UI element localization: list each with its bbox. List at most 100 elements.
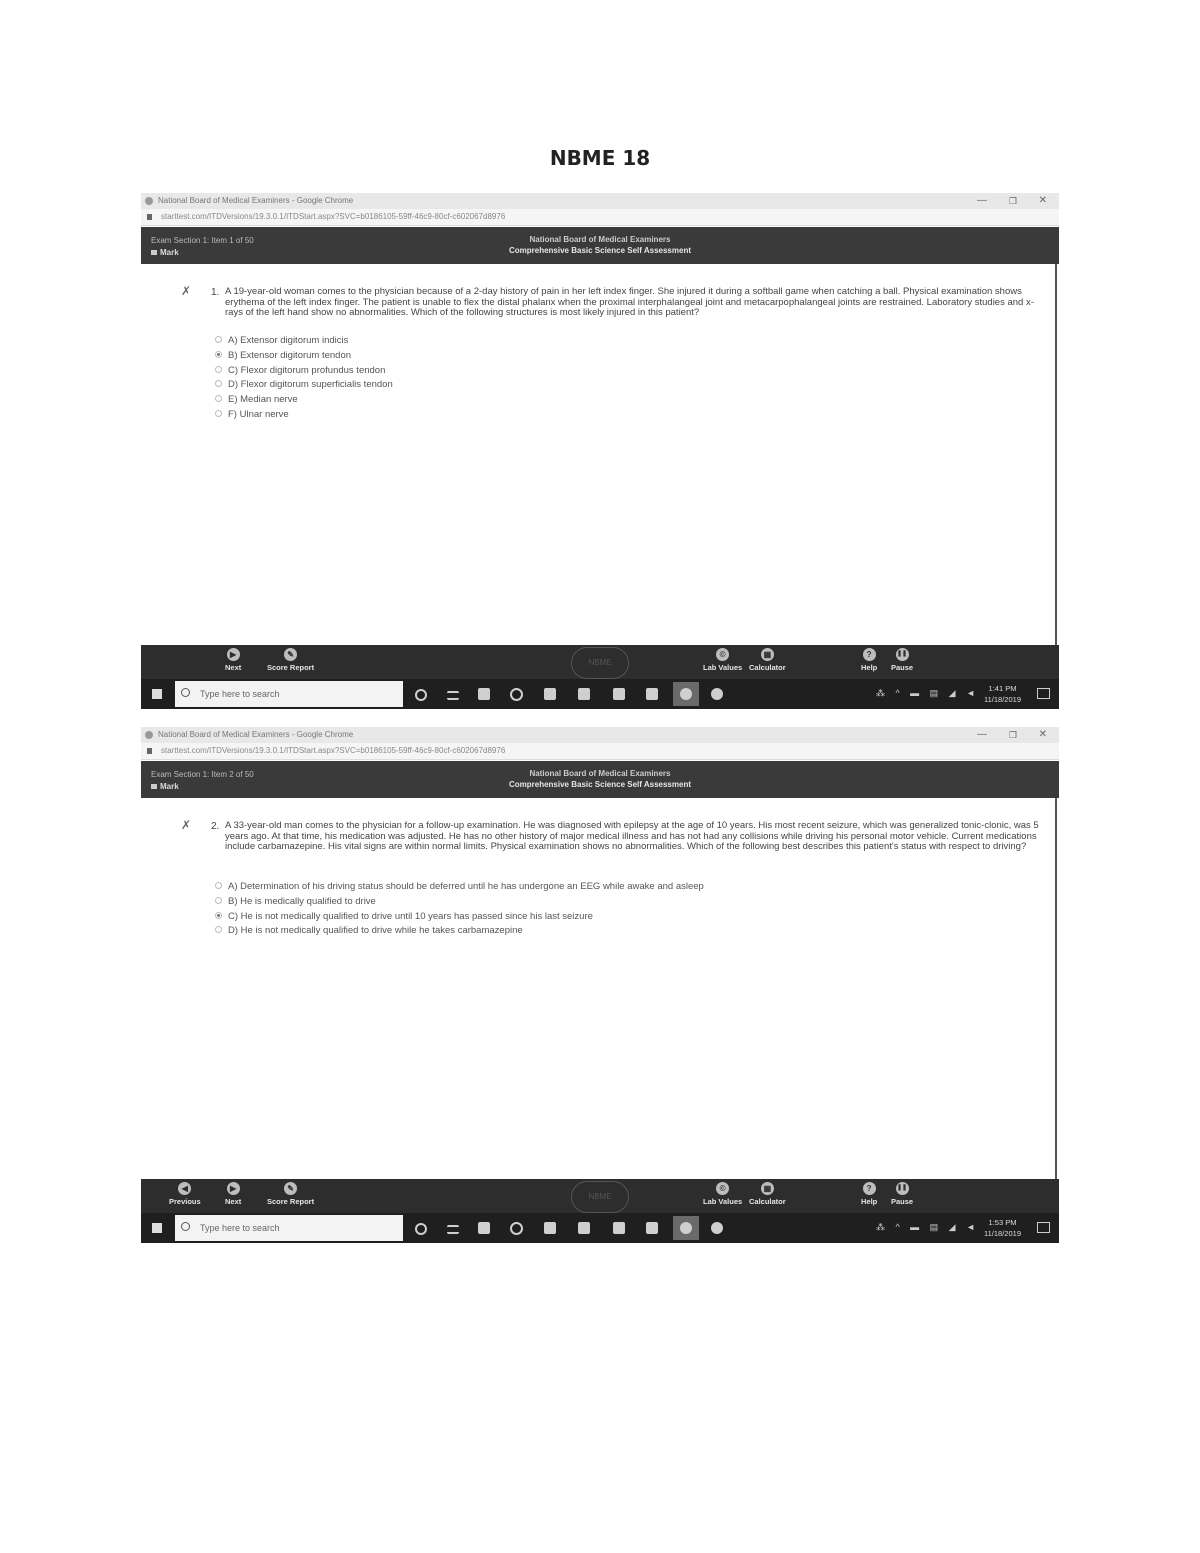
store-icon[interactable] (544, 688, 556, 700)
search-placeholder: Type here to search (200, 1223, 280, 1233)
next-button[interactable]: Next (225, 648, 241, 672)
radio-button[interactable] (215, 335, 222, 343)
cortana-icon[interactable] (415, 1223, 427, 1235)
radio-button[interactable] (215, 881, 222, 889)
radio-button[interactable] (215, 409, 222, 417)
notification-icon[interactable] (1037, 688, 1050, 699)
calculator-button[interactable]: Calculator (749, 1182, 786, 1206)
address-bar[interactable]: starttest.com/ITDVersions/19.3.0.1/ITDSt… (141, 743, 1059, 760)
answer-option[interactable]: C) Flexor digitorum profundus tendon (215, 364, 393, 379)
question-stem: A 33-year-old man comes to the physician… (225, 820, 1039, 853)
browser-titlebar: National Board of Medical Examiners - Go… (141, 727, 1059, 743)
lab-values-icon (716, 648, 730, 661)
chrome-taskbar-icon[interactable] (673, 1216, 699, 1240)
close-icon[interactable]: ✕ (1039, 193, 1047, 209)
answer-option[interactable]: C) He is not medically qualified to driv… (215, 910, 704, 925)
option-letter: C) (228, 364, 239, 376)
radio-button-selected[interactable] (215, 350, 222, 358)
pause-button[interactable]: Pause (891, 648, 913, 672)
window-title: National Board of Medical Examiners - Go… (158, 196, 354, 205)
lab-values-label: Lab Values (703, 663, 743, 672)
clock-time: 1:53 PM (988, 1218, 1017, 1227)
edge-icon[interactable] (510, 688, 523, 701)
lab-values-button[interactable]: Lab Values (703, 648, 742, 672)
score-report-button[interactable]: Score Report (267, 1182, 314, 1206)
answer-option[interactable]: B) Extensor digitorum tendon (215, 349, 393, 364)
taskbar-search-input[interactable]: Type here to search (175, 681, 403, 707)
answer-option[interactable]: A) Determination of his driving status s… (215, 880, 704, 895)
app-icon[interactable] (711, 688, 723, 700)
close-icon[interactable]: ✕ (1039, 727, 1047, 743)
exam-header: Exam Section 1: Item 2 of 50 Mark Nation… (141, 761, 1059, 798)
strikethrough-icon[interactable]: ✗ (181, 284, 191, 298)
url-text[interactable]: starttest.com/ITDVersions/19.3.0.1/ITDSt… (161, 743, 505, 759)
answer-option[interactable]: F) Ulnar nerve (215, 408, 393, 423)
option-text: He is not medically qualified to drive u… (240, 910, 593, 922)
restore-icon[interactable]: ❐ (1009, 727, 1017, 743)
next-label: Next (225, 663, 242, 672)
pause-label: Pause (891, 1197, 914, 1206)
board-name: National Board of Medical Examiners (529, 235, 671, 244)
taskbar-clock[interactable]: 1:41 PM 11/18/2019 (984, 683, 1021, 705)
answer-option[interactable]: E) Median nerve (215, 393, 393, 408)
cortana-icon[interactable] (415, 689, 427, 701)
option-letter: F) (228, 408, 237, 420)
chrome-taskbar-icon[interactable] (673, 682, 699, 706)
minimize-icon[interactable]: — (977, 193, 987, 209)
url-text[interactable]: starttest.com/ITDVersions/19.3.0.1/ITDSt… (161, 209, 505, 225)
radio-button-selected[interactable] (215, 911, 222, 919)
strikethrough-icon[interactable]: ✗ (181, 818, 191, 832)
radio-button[interactable] (215, 926, 222, 934)
taskbar-search-input[interactable]: Type here to search (175, 1215, 403, 1241)
answer-option[interactable]: A) Extensor digitorum indicis (215, 334, 393, 349)
score-report-icon (284, 648, 298, 661)
task-view-icon[interactable] (447, 691, 459, 700)
taskbar-clock[interactable]: 1:53 PM 11/18/2019 (984, 1217, 1021, 1239)
windows-start-icon[interactable] (152, 689, 162, 699)
answer-option[interactable]: B) He is medically qualified to drive (215, 895, 704, 910)
radio-button[interactable] (215, 395, 222, 403)
windows-start-icon[interactable] (152, 1223, 162, 1233)
option-text: Ulnar nerve (239, 408, 289, 420)
help-button[interactable]: Help (861, 1182, 877, 1206)
store-icon[interactable] (544, 1222, 556, 1234)
score-report-button[interactable]: Score Report (267, 648, 314, 672)
word-icon[interactable] (646, 1222, 658, 1234)
radio-button[interactable] (215, 380, 222, 388)
word-icon[interactable] (646, 688, 658, 700)
option-text: He is not medically qualified to drive w… (240, 925, 523, 937)
question-number: 2. (211, 821, 220, 832)
windows-taskbar: Type here to search ⁂ ^ ▬ ▤ ◢ ◄ 1:53 PM 1… (141, 1213, 1059, 1243)
restore-icon[interactable]: ❐ (1009, 193, 1017, 209)
previous-button[interactable]: Previous (169, 1182, 201, 1206)
lab-values-button[interactable]: Lab Values (703, 1182, 742, 1206)
edge-icon[interactable] (510, 1222, 523, 1235)
system-tray-icons[interactable]: ⁂ ^ ▬ ▤ ◢ ◄ (876, 688, 979, 699)
option-text: Median nerve (240, 394, 298, 406)
answer-options: A) Determination of his driving status s… (215, 880, 704, 939)
option-letter: A) (228, 881, 238, 892)
calculator-app-icon[interactable] (578, 1222, 590, 1234)
radio-button[interactable] (215, 896, 222, 904)
notification-icon[interactable] (1037, 1222, 1050, 1233)
task-view-icon[interactable] (447, 1225, 459, 1234)
answer-option[interactable]: D) Flexor digitorum superficialis tendon (215, 378, 393, 393)
minimize-icon[interactable]: — (977, 727, 987, 743)
mail-icon[interactable] (478, 688, 490, 700)
help-icon (862, 1182, 876, 1195)
next-label: Next (225, 1197, 242, 1206)
next-button[interactable]: Next (225, 1182, 241, 1206)
help-button[interactable]: Help (861, 648, 877, 672)
radio-button[interactable] (215, 365, 222, 373)
address-bar[interactable]: starttest.com/ITDVersions/19.3.0.1/ITDSt… (141, 209, 1059, 226)
app-icon[interactable] (711, 1222, 723, 1234)
file-explorer-icon[interactable] (613, 1222, 625, 1234)
file-explorer-icon[interactable] (613, 688, 625, 700)
pause-button[interactable]: Pause (891, 1182, 913, 1206)
answer-option[interactable]: D) He is not medically qualified to driv… (215, 924, 704, 939)
calculator-button[interactable]: Calculator (749, 648, 786, 672)
calculator-app-icon[interactable] (578, 688, 590, 700)
system-tray-icons[interactable]: ⁂ ^ ▬ ▤ ◢ ◄ (876, 1222, 979, 1233)
mail-icon[interactable] (478, 1222, 490, 1234)
option-letter: C) (228, 910, 239, 922)
